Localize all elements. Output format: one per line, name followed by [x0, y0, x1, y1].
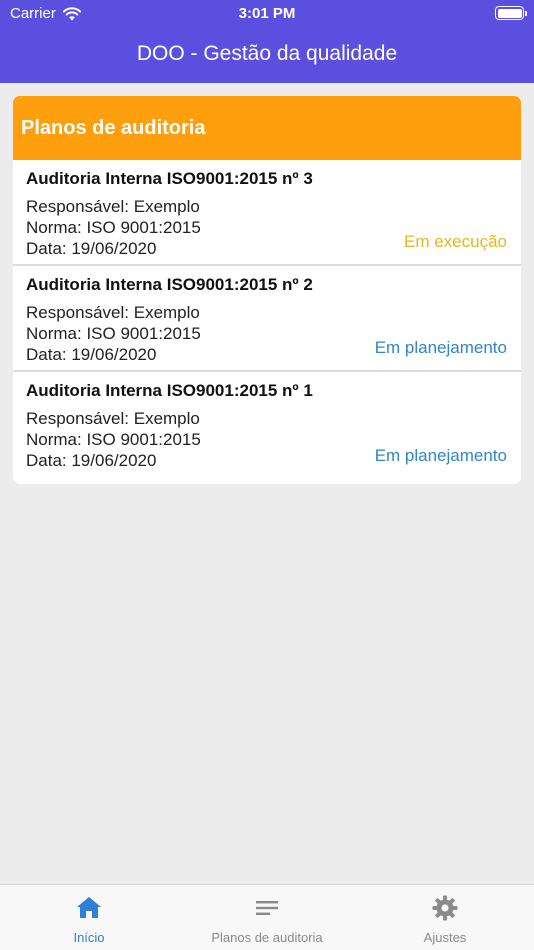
audit-status: Em planejamento — [374, 446, 507, 465]
status-time: 3:01 PM — [238, 5, 296, 22]
tab-label: Planos de auditoria — [211, 930, 323, 945]
tab-ajustes[interactable]: Ajustes — [356, 885, 534, 950]
app-root: Carrier 3:01 PM DOO - Gestão da qualidad… — [0, 0, 534, 950]
audit-status: Em planejamento — [374, 338, 507, 357]
tab-label: Ajustes — [423, 930, 467, 945]
tab-inicio[interactable]: Início — [0, 885, 178, 950]
audit-item[interactable]: Auditoria Interna ISO9001:2015 nº 1 Resp… — [13, 372, 521, 478]
header: Carrier 3:01 PM DOO - Gestão da qualidad… — [0, 0, 534, 83]
audit-title: Auditoria Interna ISO9001:2015 nº 2 — [26, 275, 313, 294]
audit-status: Em execução — [404, 232, 507, 251]
list-icon — [256, 901, 278, 915]
status-bar: Carrier 3:01 PM — [0, 0, 534, 28]
battery-level — [497, 8, 522, 18]
audit-plans-card: Planos de auditoria Auditoria Interna IS… — [13, 96, 521, 484]
audit-responsible: Responsável: Exemplo — [26, 197, 200, 216]
audit-item[interactable]: Auditoria Interna ISO9001:2015 nº 2 Resp… — [13, 266, 521, 372]
tab-label: Início — [73, 930, 105, 945]
gear-icon — [432, 895, 458, 921]
home-icon — [77, 897, 101, 918]
audit-item[interactable]: Auditoria Interna ISO9001:2015 nº 3 Resp… — [13, 160, 521, 266]
page-title: DOO - Gestão da qualidade — [136, 42, 398, 65]
card-header: Planos de auditoria — [13, 96, 521, 160]
card-title: Planos de auditoria — [21, 116, 206, 139]
battery-icon — [495, 6, 527, 20]
tab-bar: Início Planos de auditoria Ajustes — [0, 884, 534, 950]
audit-title: Auditoria Interna ISO9001:2015 nº 3 — [26, 169, 313, 188]
audit-title: Auditoria Interna ISO9001:2015 nº 1 — [26, 381, 313, 400]
audit-responsible: Responsável: Exemplo — [26, 303, 200, 322]
audit-responsible: Responsável: Exemplo — [26, 409, 200, 428]
tab-planos-de-auditoria[interactable]: Planos de auditoria — [178, 885, 356, 950]
